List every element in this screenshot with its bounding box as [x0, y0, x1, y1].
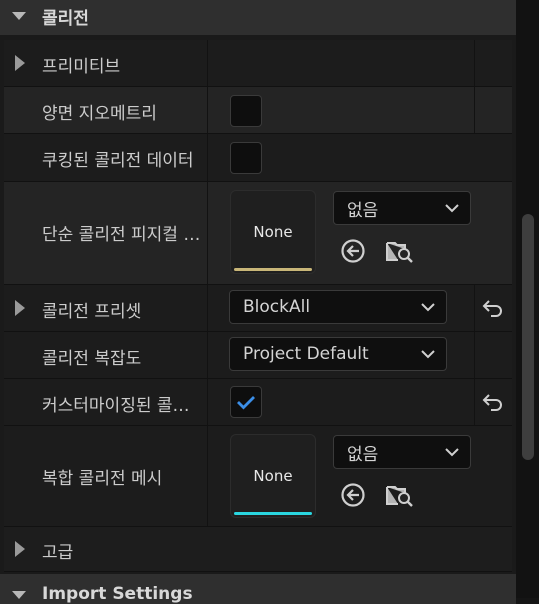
material-dropdown[interactable]: 없음 — [333, 191, 471, 225]
chevron-down-icon — [421, 350, 435, 359]
checkmark-icon — [237, 396, 255, 410]
use-selected-button[interactable] — [338, 480, 368, 510]
scrollbar-thumb[interactable] — [522, 214, 534, 460]
row-customized-collision: 커스터마이징된 콜리전 — [4, 379, 512, 426]
advanced-label: 고급 — [42, 543, 74, 563]
arrow-left-circle-icon — [341, 239, 365, 263]
double-sided-checkbox[interactable] — [230, 95, 262, 127]
dropdown-value: 없음 — [347, 200, 379, 221]
double-sided-label: 양면 지오메트리 — [42, 104, 157, 124]
use-selected-button[interactable] — [338, 236, 368, 266]
dropdown-value: 없음 — [347, 444, 379, 465]
mesh-dropdown[interactable]: 없음 — [333, 435, 471, 469]
cooked-data-checkbox[interactable] — [230, 142, 262, 174]
section-title: 콜리전 — [42, 8, 89, 29]
row-advanced: 고급 — [4, 527, 512, 572]
details-panel: 콜리전 프리미티브 양면 지오메트리 쿠킹된 콜리전 데이터 단순 콜리전 피지… — [0, 0, 516, 604]
chevron-down-icon — [445, 204, 459, 213]
folder-search-icon — [386, 242, 413, 263]
complexity-label: 콜리전 복잡도 — [42, 349, 142, 369]
reset-to-default-button[interactable] — [480, 389, 506, 415]
row-cooked-data: 쿠킹된 콜리전 데이터 — [4, 134, 512, 182]
asset-type-bar — [234, 268, 312, 271]
row-collision-complexity: 콜리전 복잡도 Project Default — [4, 332, 512, 379]
mesh-thumbnail[interactable]: None — [230, 434, 316, 518]
browse-button[interactable] — [385, 480, 415, 510]
thumbnail-text: None — [253, 223, 293, 241]
browse-button[interactable] — [385, 236, 415, 266]
material-thumbnail[interactable]: None — [230, 190, 316, 274]
import-settings-header[interactable]: Import Settings — [0, 574, 516, 604]
chevron-down-icon — [445, 448, 459, 457]
chevron-down-icon — [421, 303, 435, 312]
arrow-left-circle-icon — [341, 483, 365, 507]
thumbnail-text: None — [253, 467, 293, 485]
presets-dropdown[interactable]: BlockAll — [229, 290, 447, 324]
row-simple-collision: 단순 콜리전 피지컬 머티리얼 None 없음 — [4, 182, 512, 285]
section-title: Import Settings — [42, 584, 193, 604]
dropdown-value: BlockAll — [243, 297, 311, 317]
expand-arrow-icon[interactable] — [15, 300, 25, 316]
expand-arrow-icon[interactable] — [15, 55, 25, 71]
collision-section-header[interactable]: 콜리전 — [0, 0, 516, 35]
customized-label: 커스터마이징된 콜리전 — [42, 396, 202, 416]
row-complex-collision-mesh: 복합 콜리전 메시 None 없음 — [4, 426, 512, 527]
complexity-dropdown[interactable]: Project Default — [229, 337, 447, 371]
dropdown-value: Project Default — [243, 344, 369, 364]
row-collision-presets: 콜리전 프리셋 BlockAll — [4, 285, 512, 332]
complex-mesh-label: 복합 콜리전 메시 — [42, 469, 163, 489]
expand-arrow-icon[interactable] — [15, 541, 25, 557]
customized-checkbox[interactable] — [230, 386, 262, 418]
row-double-sided: 양면 지오메트리 — [4, 87, 512, 134]
simple-collision-label: 단순 콜리전 피지컬 머티리얼 — [42, 225, 202, 245]
reset-arrow-icon — [482, 394, 502, 411]
primitives-label: 프리미티브 — [42, 57, 121, 77]
reset-to-default-button[interactable] — [480, 295, 506, 321]
folder-search-icon — [386, 486, 413, 507]
cooked-data-label: 쿠킹된 콜리전 데이터 — [42, 151, 194, 171]
asset-type-bar — [234, 512, 312, 515]
presets-label: 콜리전 프리셋 — [42, 302, 142, 322]
row-primitives: 프리미티브 — [4, 40, 512, 87]
reset-arrow-icon — [482, 300, 502, 317]
collapse-arrow-icon — [12, 12, 26, 20]
